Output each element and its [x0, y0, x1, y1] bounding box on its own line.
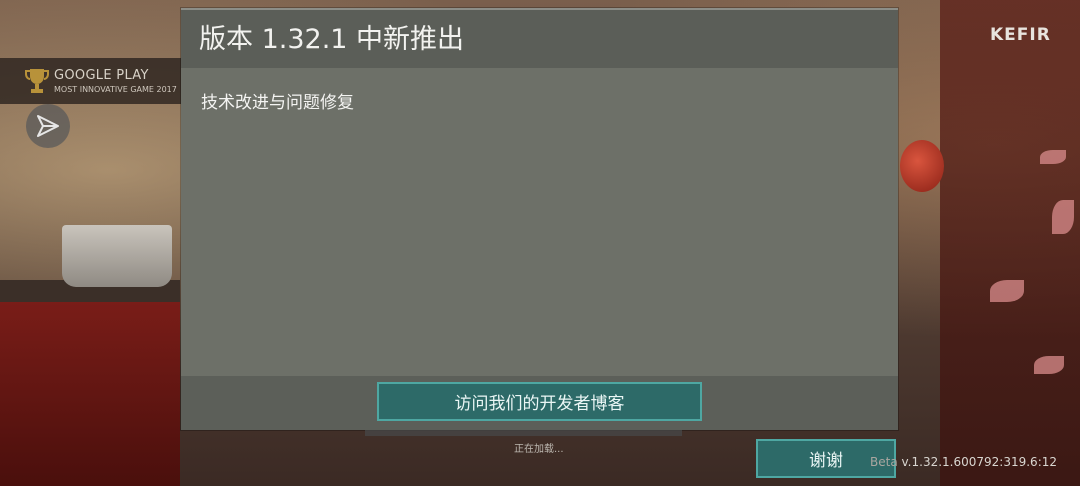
update-dialog: 版本 1.32.1 中新推出 技术改进与问题修复 访问我们的开发者博客 — [181, 8, 898, 430]
share-icon — [37, 115, 59, 137]
loading-bar — [365, 430, 682, 436]
dialog-header: 版本 1.32.1 中新推出 — [181, 8, 898, 68]
dialog-body-text: 技术改进与问题修复 — [201, 93, 354, 113]
background-lantern — [900, 140, 944, 192]
background-right-panel — [940, 0, 1080, 486]
background-left-panel — [0, 300, 180, 486]
google-play-badge: GOOGLE PLAY MOST INNOVATIVE GAME 2017 — [0, 58, 181, 104]
developer-blog-button[interactable]: 访问我们的开发者博客 — [377, 382, 702, 421]
google-play-text: GOOGLE PLAY MOST INNOVATIVE GAME 2017 — [54, 68, 177, 95]
beta-label: Beta — [870, 455, 898, 469]
background-petal — [1040, 150, 1066, 164]
background-petal — [990, 280, 1024, 302]
dialog-title: 版本 1.32.1 中新推出 — [199, 24, 465, 55]
version-label: Beta v.1.32.1.600792:319.6:12 — [870, 455, 1057, 469]
google-play-title: GOOGLE PLAY — [54, 67, 149, 83]
background-petal — [1034, 356, 1064, 374]
version-number: v.1.32.1.600792:319.6:12 — [901, 455, 1057, 469]
google-play-subtitle: MOST INNOVATIVE GAME 2017 — [54, 84, 177, 94]
loading-text: 正在加载... — [514, 444, 564, 455]
kefir-logo: KEFIR — [990, 25, 1051, 45]
trophy-icon — [25, 69, 49, 93]
background-petal — [1052, 200, 1074, 234]
background-pot — [62, 225, 172, 287]
share-button[interactable] — [26, 104, 70, 148]
dialog-footer: 访问我们的开发者博客 — [181, 376, 898, 430]
